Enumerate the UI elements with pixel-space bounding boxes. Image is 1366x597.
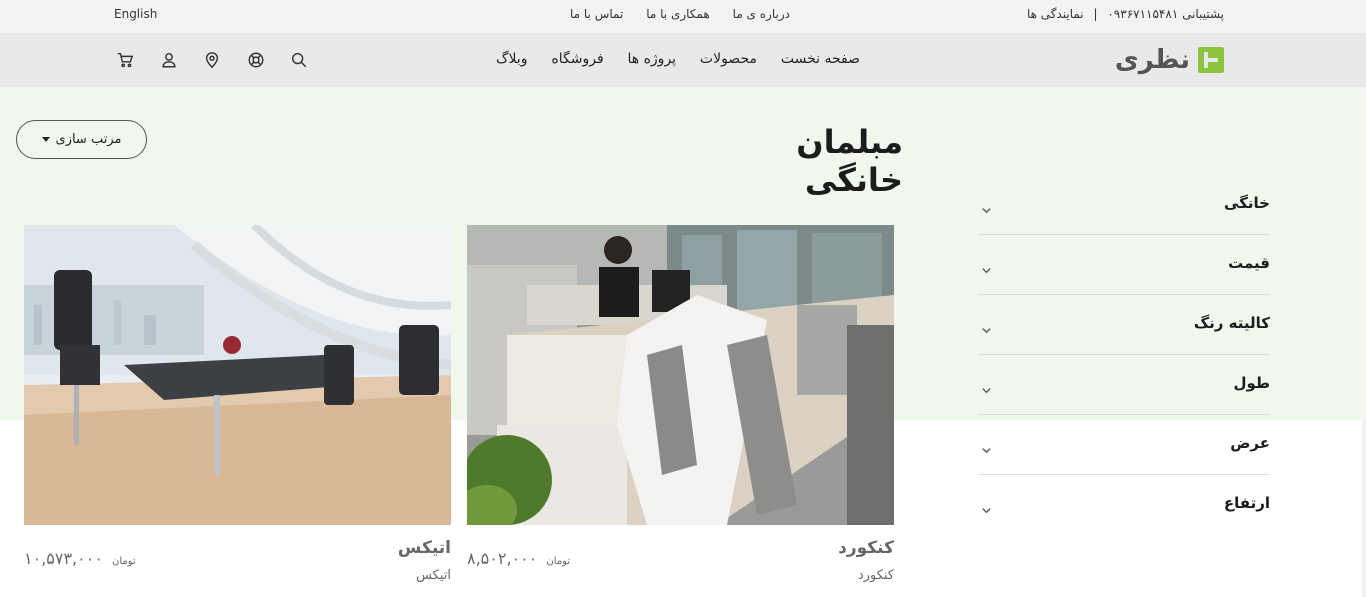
nav-home[interactable]: صفحه نخست bbox=[781, 51, 860, 67]
caret-down-icon bbox=[41, 137, 50, 142]
filter-sidebar: خانگی قیمت کالیته رنگ طول عرض ارتفاع bbox=[978, 175, 1270, 535]
price-value: ۱۰,۵۷۳,۰۰۰ bbox=[24, 549, 103, 568]
product-image[interactable] bbox=[24, 225, 451, 525]
filter-length[interactable]: طول bbox=[978, 355, 1270, 415]
filter-price[interactable]: قیمت bbox=[978, 235, 1270, 295]
top-link-cooperate[interactable]: همکاری با ما bbox=[646, 7, 709, 21]
user-icon[interactable] bbox=[160, 51, 180, 71]
top-link-about[interactable]: درباره ی ما bbox=[733, 7, 790, 21]
filter-color[interactable]: کالیته رنگ bbox=[978, 295, 1270, 355]
support-icon[interactable] bbox=[247, 51, 267, 71]
filter-category[interactable]: خانگی bbox=[978, 175, 1270, 235]
product-subtitle: کنکورد bbox=[857, 568, 894, 583]
support-label: پشتیبانی bbox=[1182, 7, 1224, 21]
filter-label: ارتفاع bbox=[1223, 494, 1270, 512]
filter-label: کالیته رنگ bbox=[1193, 314, 1270, 332]
separator: | bbox=[1093, 7, 1098, 21]
logo-mark-icon bbox=[1198, 47, 1224, 73]
dealers-link[interactable]: نمایندگی ها bbox=[1027, 7, 1084, 21]
chevron-down-icon bbox=[981, 321, 992, 334]
language-switch[interactable]: English bbox=[114, 7, 157, 21]
price-currency: تومان bbox=[112, 556, 136, 567]
main-nav: صفحه نخست محصولات پروژه ها فروشگاه وبلاگ bbox=[496, 51, 860, 67]
cart-icon[interactable] bbox=[116, 51, 136, 71]
product-price: تومان ۱۰,۵۷۳,۰۰۰ bbox=[24, 549, 136, 568]
product-card[interactable]: کنکورد کنکورد تومان ۸,۵۰۲,۰۰۰ bbox=[467, 225, 894, 583]
filter-width[interactable]: عرض bbox=[978, 415, 1270, 475]
brand-logo[interactable]: نظری bbox=[1108, 45, 1224, 75]
nav-projects[interactable]: پروژه ها bbox=[627, 51, 676, 67]
sort-label: مرتب سازی bbox=[55, 132, 122, 147]
chevron-down-icon bbox=[981, 381, 992, 394]
office-workspace-photo bbox=[467, 225, 894, 525]
support-info: پشتیبانی ۰۹۳۶۷۱۱۵۴۸۱ | نمایندگی ها bbox=[1027, 7, 1224, 21]
meeting-room-photo bbox=[24, 225, 451, 525]
product-name[interactable]: کنکورد bbox=[838, 538, 894, 558]
page-title: مبلمان خانگی bbox=[796, 123, 903, 199]
price-value: ۸,۵۰۲,۰۰۰ bbox=[467, 549, 538, 568]
product-name[interactable]: اتیکس bbox=[398, 538, 451, 558]
header-icons bbox=[116, 51, 310, 71]
support-phone[interactable]: ۰۹۳۶۷۱۱۵۴۸۱ bbox=[1107, 7, 1178, 21]
top-utility-bar: English درباره ی ما همکاری با ما تماس با… bbox=[0, 0, 1366, 33]
chevron-down-icon bbox=[981, 201, 992, 214]
filter-height[interactable]: ارتفاع bbox=[978, 475, 1270, 535]
product-subtitle: اتیکس bbox=[416, 568, 451, 583]
chevron-down-icon bbox=[981, 441, 992, 454]
chevron-down-icon bbox=[981, 261, 992, 274]
nav-products[interactable]: محصولات bbox=[700, 51, 757, 67]
top-link-contact[interactable]: تماس با ما bbox=[570, 7, 623, 21]
filter-label: عرض bbox=[1230, 434, 1270, 452]
nav-blog[interactable]: وبلاگ bbox=[496, 51, 528, 67]
filter-label: قیمت bbox=[1228, 254, 1270, 272]
nav-shop[interactable]: فروشگاه bbox=[551, 51, 603, 67]
product-image[interactable] bbox=[467, 225, 894, 525]
logo-text: نظری bbox=[1114, 45, 1190, 75]
price-currency: تومان bbox=[546, 556, 571, 567]
chevron-down-icon bbox=[981, 501, 992, 514]
filter-label: طول bbox=[1233, 374, 1270, 392]
search-icon[interactable] bbox=[290, 51, 310, 71]
filter-label: خانگی bbox=[1224, 194, 1270, 212]
sort-dropdown-button[interactable]: مرتب سازی bbox=[16, 120, 147, 159]
product-price: تومان ۸,۵۰۲,۰۰۰ bbox=[467, 549, 570, 568]
top-links: درباره ی ما همکاری با ما تماس با ما bbox=[570, 7, 790, 21]
location-icon[interactable] bbox=[203, 51, 223, 71]
main-header: نظری صفحه نخست محصولات پروژه ها فروشگاه … bbox=[0, 33, 1366, 87]
product-card[interactable]: اتیکس اتیکس تومان ۱۰,۵۷۳,۰۰۰ bbox=[24, 225, 451, 583]
